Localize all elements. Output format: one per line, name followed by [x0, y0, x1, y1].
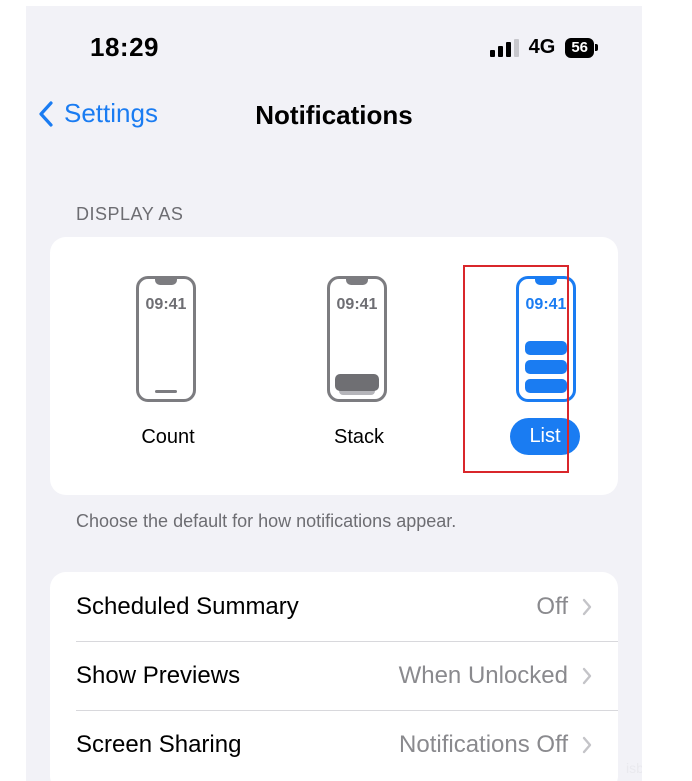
row-label: Scheduled Summary	[76, 592, 299, 620]
option-label: Count	[141, 426, 195, 448]
highlight-box	[463, 265, 569, 473]
row-show-previews[interactable]: Show Previews When Unlocked	[50, 641, 618, 710]
network-type: 4G	[528, 36, 556, 58]
battery-level: 56	[565, 37, 594, 58]
option-label: Stack	[333, 426, 385, 448]
status-indicators: 4G 56	[489, 36, 598, 59]
row-value: When Unlocked	[398, 661, 568, 689]
battery-icon: 56	[565, 37, 598, 58]
section-footer: Choose the default for how notifications…	[76, 511, 457, 531]
row-label: Screen Sharing	[76, 730, 242, 758]
row-value: Notifications Off	[399, 730, 568, 758]
status-time: 18:29	[90, 32, 159, 62]
count-phone-icon: 09:41	[136, 276, 196, 402]
preview-time: 09:41	[145, 296, 187, 313]
row-label: Show Previews	[76, 661, 241, 689]
chevron-right-icon	[582, 598, 592, 615]
display-as-card: 09:41 Count 09:41 Stack 09:41 List	[50, 237, 618, 495]
page-title: Notifications	[255, 100, 413, 130]
chevron-right-icon	[582, 667, 592, 684]
settings-list: Scheduled Summary Off Show Previews When…	[50, 572, 618, 781]
row-scheduled-summary[interactable]: Scheduled Summary Off	[50, 572, 618, 641]
row-value: Off	[536, 592, 568, 620]
watermark: isbu	[626, 760, 642, 776]
chevron-right-icon	[582, 736, 592, 753]
row-screen-sharing[interactable]: Screen Sharing Notifications Off	[50, 710, 618, 779]
section-header-display-as: DISPLAY AS	[76, 204, 184, 224]
stack-phone-icon: 09:41	[327, 276, 387, 402]
preview-time: 09:41	[336, 296, 378, 313]
signal-icon	[489, 38, 519, 57]
notifications-screen: 18:29 4G 56 Settings Notifications DISPL…	[26, 6, 642, 781]
